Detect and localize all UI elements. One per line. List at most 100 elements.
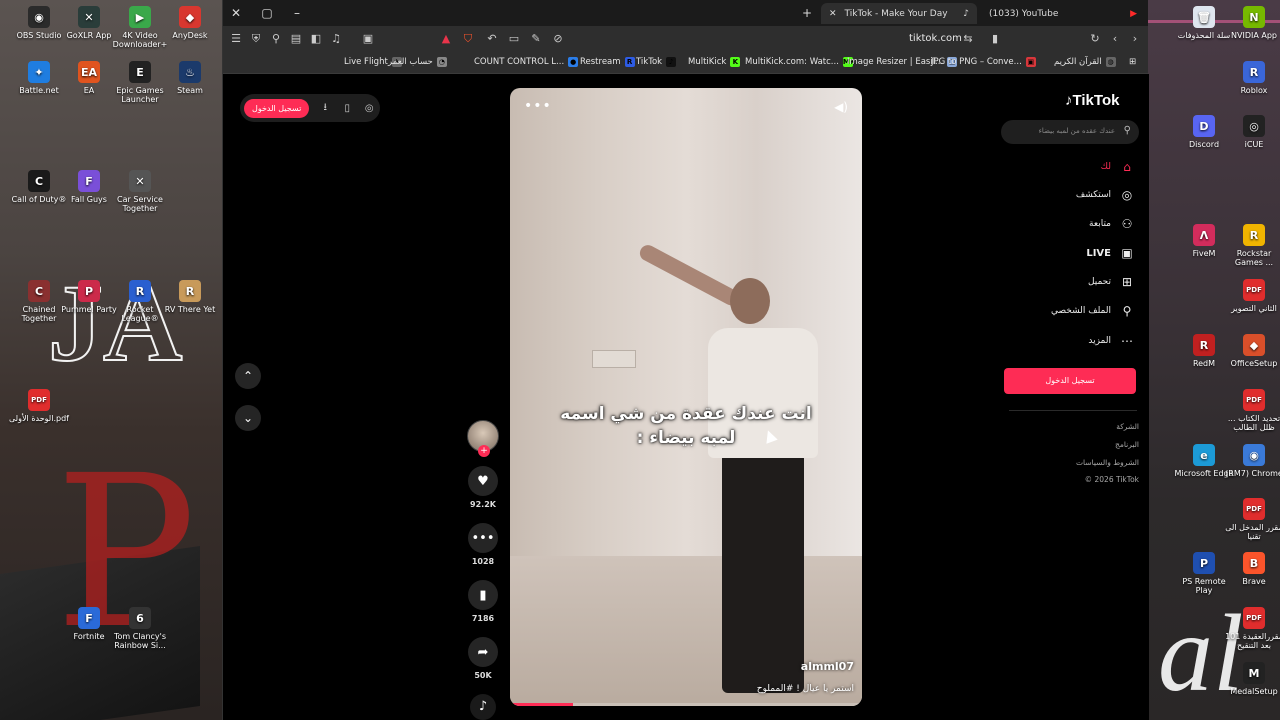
bookmark-item[interactable]: JPG to PNG – Conve... ▣ bbox=[931, 57, 1036, 67]
edit-icon[interactable]: ✎ bbox=[529, 32, 543, 45]
desktop-shortcut[interactable]: ◉ (RM7) Chrome bbox=[1224, 444, 1280, 478]
compass-small-icon[interactable]: ◎ bbox=[363, 103, 375, 114]
desktop-shortcut[interactable]: PDF مقررالعقيدة 101 بعد التنقيح bbox=[1224, 607, 1280, 650]
shield-icon[interactable]: ⛨ bbox=[249, 32, 263, 46]
address-bar[interactable]: tiktok.com bbox=[909, 33, 962, 44]
comment-icon[interactable]: ••• bbox=[468, 523, 498, 553]
bookmark-item[interactable]: القرآن الكريم ◍ bbox=[1054, 57, 1116, 67]
desktop-shortcut[interactable]: PDF الثاني التصوير bbox=[1224, 279, 1280, 313]
new-tab-icon[interactable]: + bbox=[800, 6, 814, 20]
bookmark-item[interactable]: COUNT CONTROL L... ● bbox=[474, 57, 579, 67]
tab-youtube[interactable]: (1033) YouTube ▶ bbox=[981, 3, 1145, 24]
desktop-shortcut[interactable]: 6 Tom Clancy's Rainbow Si... bbox=[110, 607, 170, 650]
video-description[interactable]: استمر يا عيال ! #المملوح bbox=[757, 684, 854, 694]
brave-rewards-icon[interactable]: ▲ bbox=[439, 32, 453, 45]
back-icon[interactable]: ‹ bbox=[1108, 32, 1122, 45]
desktop-shortcut[interactable]: ♨ Steam bbox=[160, 61, 220, 95]
music-icon[interactable]: ♫ bbox=[329, 32, 343, 45]
desktop-shortcut[interactable]: R RV There Yet bbox=[160, 280, 220, 314]
bookmarks-menu-icon[interactable]: ⊞ bbox=[1129, 57, 1136, 67]
desktop-shortcut[interactable]: R Rockstar Games ... bbox=[1224, 224, 1280, 267]
sidebar-item[interactable]: لك ⌂ bbox=[1101, 160, 1135, 174]
next-video-button[interactable]: ⌄ bbox=[235, 405, 261, 431]
share-action[interactable]: ➦ 50K bbox=[463, 637, 503, 680]
reload-icon[interactable]: ↻ bbox=[1088, 32, 1102, 45]
sidebar-item-label: لك bbox=[1100, 162, 1111, 172]
save-action[interactable]: ▮ 7186 bbox=[463, 580, 503, 623]
previous-video-button[interactable]: ⌃ bbox=[235, 363, 261, 389]
maximize-window-icon[interactable]: ▢ bbox=[260, 6, 274, 20]
search-input[interactable]: عندك عقده من لمبه بيضاء ⚲ bbox=[1001, 120, 1139, 144]
desktop-shortcut[interactable]: B Brave bbox=[1224, 552, 1280, 586]
cast-icon[interactable]: ▭ bbox=[507, 32, 521, 45]
volume-icon[interactable]: ◀) bbox=[834, 100, 848, 114]
desktop-shortcut[interactable]: ◆ OfficeSetup bbox=[1224, 334, 1280, 368]
bookmark-item[interactable]: حساب العمر ◔ bbox=[388, 57, 447, 67]
sidebar-item[interactable]: تحميل ⊞ bbox=[1088, 275, 1135, 289]
site-settings-icon[interactable]: ⇆ bbox=[961, 32, 975, 45]
app-icon: ✕ bbox=[78, 6, 100, 28]
app-icon: Λ bbox=[1193, 224, 1215, 246]
search-icon[interactable]: ⚲ bbox=[1124, 125, 1131, 136]
footer-company[interactable]: الشركة bbox=[1116, 422, 1139, 431]
creator-avatar[interactable]: + bbox=[467, 420, 499, 457]
app-icon: M bbox=[1243, 662, 1265, 684]
top-login-button[interactable]: تسجيل الدخول bbox=[244, 98, 310, 118]
phone-icon[interactable]: ▯ bbox=[341, 103, 353, 114]
share-icon[interactable]: ➦ bbox=[468, 637, 498, 667]
menu-icon[interactable]: ☰ bbox=[229, 32, 243, 45]
video-player[interactable]: ••• ◀) انت عندك عقدة من شي اسمه لمبه بيض… bbox=[510, 88, 862, 706]
reader-icon[interactable]: ▤ bbox=[289, 32, 303, 45]
tab-tiktok[interactable]: ✕ TikTok - Make Your Day ♪ bbox=[821, 3, 977, 24]
shortcut-label: Rockstar Games ... bbox=[1234, 249, 1274, 267]
pin-icon[interactable]: ⚲ bbox=[269, 32, 283, 45]
minimize-window-icon[interactable]: – bbox=[290, 6, 304, 20]
footer-terms[interactable]: الشروط والسياسات bbox=[1076, 458, 1139, 467]
sidebar-item[interactable]: استكشف ◎ bbox=[1076, 188, 1135, 202]
desktop-shortcut[interactable]: PDF تحديد الكتاب ... ظلل الطالب bbox=[1224, 389, 1280, 432]
follow-plus-icon[interactable]: + bbox=[478, 445, 490, 457]
bookmark-save-icon[interactable]: ▮ bbox=[468, 580, 498, 610]
sidebar-icon[interactable]: ◧ bbox=[309, 32, 323, 45]
video-more-icon[interactable]: ••• bbox=[524, 98, 552, 114]
desktop-shortcut[interactable]: ◎ iCUE bbox=[1224, 115, 1280, 149]
bookmark-item[interactable]: TikTok ♪ bbox=[636, 57, 677, 67]
bookmark-icon[interactable]: ▮ bbox=[988, 32, 1002, 45]
tab-close-icon[interactable]: ✕ bbox=[829, 9, 837, 19]
comment-action[interactable]: ••• 1028 bbox=[463, 523, 503, 566]
close-window-icon[interactable]: ✕ bbox=[229, 6, 243, 20]
video-progress-bar[interactable] bbox=[510, 703, 862, 706]
video-author[interactable]: almml07 bbox=[801, 660, 854, 673]
undo-icon[interactable]: ↶ bbox=[485, 32, 499, 45]
sidebar-item-label: الملف الشخصي bbox=[1051, 306, 1111, 316]
tiktok-logo[interactable]: ♪TikTok bbox=[1065, 92, 1119, 109]
screenshot-icon[interactable]: ▣ bbox=[361, 32, 375, 45]
bookmark-item[interactable]: Restream R bbox=[580, 57, 635, 67]
forward-icon[interactable]: › bbox=[1128, 32, 1142, 45]
desktop-shortcut[interactable]: R Roblox bbox=[1224, 61, 1280, 95]
sidebar-item[interactable]: متابعة ⚇ bbox=[1089, 217, 1135, 231]
app-icon: ◎ bbox=[1243, 115, 1265, 137]
desktop-shortcut[interactable]: ◆ AnyDesk bbox=[160, 6, 220, 40]
sidebar-item[interactable]: المزيد ⋯ bbox=[1088, 334, 1135, 348]
download-icon[interactable]: ⭳ bbox=[319, 100, 331, 117]
sidebar-item[interactable]: الملف الشخصي ⚲ bbox=[1051, 304, 1135, 318]
sidebar-item[interactable]: LIVE ▣ bbox=[1086, 246, 1135, 260]
desktop-shortcut[interactable]: ✕ Car Service Together bbox=[110, 170, 170, 213]
tiktok-music-icon[interactable]: ♪ bbox=[470, 694, 496, 720]
desktop-shortcut[interactable]: PDF الوحدة الأولى.pdf bbox=[9, 389, 69, 423]
desktop-shortcut[interactable]: M MedalSetup bbox=[1224, 662, 1280, 696]
app-icon: ◆ bbox=[1243, 334, 1265, 356]
shortcut-label: Tom Clancy's Rainbow Si... bbox=[113, 632, 167, 650]
bookmark-item[interactable]: MultiKick K bbox=[688, 57, 741, 67]
bookmark-item[interactable]: MultiKick.com: Watc... MK bbox=[745, 57, 855, 67]
desktop-shortcut[interactable]: PDF مقرر المدخل الى تقنيا bbox=[1224, 498, 1280, 541]
heart-icon[interactable]: ♥ bbox=[468, 466, 498, 496]
youtube-favicon-icon: ▶ bbox=[1130, 8, 1137, 19]
sidebar-login-button[interactable]: تسجيل الدخول bbox=[1004, 368, 1136, 394]
like-action[interactable]: ♥ 92.2K bbox=[463, 466, 503, 509]
desktop-shortcut[interactable]: N NVIDIA App bbox=[1224, 6, 1280, 40]
footer-program[interactable]: البرنامج bbox=[1115, 440, 1139, 449]
wallet-icon[interactable]: ⊘ bbox=[551, 32, 565, 45]
brave-shields-icon[interactable]: ⛉ bbox=[461, 32, 475, 46]
